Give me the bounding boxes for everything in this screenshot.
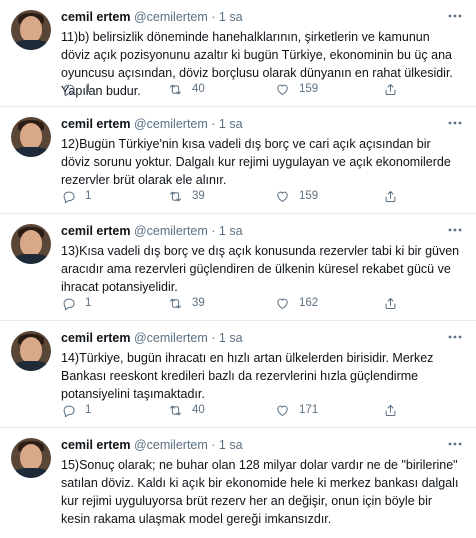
- reply-icon: [63, 191, 75, 203]
- retweet-count: 39: [192, 190, 205, 202]
- reply-button[interactable]: 1: [61, 294, 91, 312]
- like-icon: [277, 191, 288, 202]
- retweet-icon: [170, 84, 181, 94]
- separator: ·: [211, 10, 216, 24]
- tweet-timestamp[interactable]: 1 sa: [219, 331, 243, 345]
- share-button[interactable]: [383, 401, 398, 419]
- tweet[interactable]: cemil ertem @cemilertem · 1 sa 12)Bugün …: [0, 107, 476, 214]
- separator: ·: [211, 117, 216, 131]
- share-icon: [385, 404, 396, 416]
- more-icon[interactable]: [446, 222, 464, 240]
- author-name[interactable]: cemil ertem: [61, 438, 130, 452]
- like-button[interactable]: 171: [275, 401, 318, 419]
- separator: ·: [211, 224, 216, 238]
- retweet-button[interactable]: 40: [168, 401, 205, 419]
- more-icon[interactable]: [446, 115, 464, 133]
- tweet-text: 14)Türkiye, bugün ihracatı en hızlı arta…: [61, 351, 434, 401]
- tweet-timestamp[interactable]: 1 sa: [219, 438, 243, 452]
- author-name[interactable]: cemil ertem: [61, 224, 130, 238]
- tweet-text: 12)Bugün Türkiye'nin kısa vadeli dış bor…: [61, 137, 451, 187]
- tweet-header: cemil ertem @cemilertem · 1 sa: [61, 436, 466, 454]
- reply-icon: [63, 298, 75, 310]
- more-icon[interactable]: [446, 329, 464, 347]
- author-handle[interactable]: @cemilertem: [134, 438, 208, 452]
- like-count: 171: [299, 404, 319, 416]
- avatar[interactable]: [11, 331, 51, 371]
- share-button[interactable]: [383, 294, 398, 312]
- author-handle[interactable]: @cemilertem: [134, 331, 208, 345]
- avatar[interactable]: [11, 438, 51, 478]
- reply-count: 1: [85, 190, 92, 202]
- avatar[interactable]: [11, 117, 51, 157]
- tweet-timestamp[interactable]: 1 sa: [219, 224, 243, 238]
- avatar[interactable]: [11, 10, 51, 50]
- tweet-actions: 1 39 162: [61, 294, 466, 312]
- tweet-timestamp[interactable]: 1 sa: [219, 117, 243, 131]
- tweet-thread: cemil ertem @cemilertem · 1 sa 11)b) bel…: [0, 0, 476, 538]
- more-icon[interactable]: [446, 436, 464, 454]
- like-button[interactable]: 162: [275, 294, 318, 312]
- tweet-header: cemil ertem @cemilertem · 1 sa: [61, 8, 466, 26]
- retweet-icon: [170, 298, 181, 308]
- reply-count: 1: [85, 404, 92, 416]
- retweet-count: 40: [192, 404, 205, 416]
- tweet-actions: 1 40 171: [61, 401, 466, 419]
- tweet-header: cemil ertem @cemilertem · 1 sa: [61, 329, 466, 347]
- retweet-icon: [170, 191, 181, 201]
- tweet[interactable]: cemil ertem @cemilertem · 1 sa 14)Türkiy…: [0, 321, 476, 428]
- like-icon: [277, 84, 288, 95]
- more-icon[interactable]: [446, 8, 464, 26]
- retweet-button[interactable]: 40: [168, 80, 205, 98]
- reply-icon: [63, 84, 75, 96]
- reply-button[interactable]: 1: [61, 401, 91, 419]
- author-name[interactable]: cemil ertem: [61, 10, 130, 24]
- tweet[interactable]: cemil ertem @cemilertem · 1 sa 11)b) bel…: [0, 0, 476, 107]
- retweet-button[interactable]: 39: [168, 294, 205, 312]
- tweet-actions: 1 39 159: [61, 187, 466, 205]
- retweet-count: 40: [192, 83, 205, 95]
- reply-button[interactable]: 1: [61, 187, 91, 205]
- like-count: 159: [299, 190, 319, 202]
- avatar[interactable]: [11, 224, 51, 264]
- tweet-text: 13)Kısa vadeli dış borç ve dış açık konu…: [61, 244, 460, 294]
- tweet-text: 15)Sonuç olarak; ne buhar olan 128 milya…: [61, 458, 459, 526]
- reply-icon: [63, 405, 75, 417]
- like-icon: [277, 405, 288, 416]
- share-button[interactable]: [383, 187, 398, 205]
- like-button[interactable]: 159: [275, 80, 318, 98]
- author-name[interactable]: cemil ertem: [61, 117, 130, 131]
- separator: ·: [211, 438, 216, 452]
- separator: ·: [211, 331, 216, 345]
- author-handle[interactable]: @cemilertem: [134, 10, 208, 24]
- author-handle[interactable]: @cemilertem: [134, 117, 208, 131]
- author-name[interactable]: cemil ertem: [61, 331, 130, 345]
- like-button[interactable]: 159: [275, 187, 318, 205]
- like-icon: [277, 298, 288, 309]
- share-icon: [385, 83, 396, 95]
- reply-button[interactable]: 1: [61, 80, 91, 98]
- share-icon: [385, 190, 396, 202]
- tweet-header: cemil ertem @cemilertem · 1 sa: [61, 222, 466, 240]
- tweet-header: cemil ertem @cemilertem · 1 sa: [61, 115, 466, 133]
- reply-count: 1: [85, 297, 92, 309]
- share-button[interactable]: [383, 80, 398, 98]
- author-handle[interactable]: @cemilertem: [134, 224, 208, 238]
- tweet[interactable]: cemil ertem @cemilertem · 1 sa 13)Kısa v…: [0, 214, 476, 321]
- retweet-button[interactable]: 39: [168, 187, 205, 205]
- retweet-icon: [170, 405, 181, 415]
- like-count: 162: [299, 297, 319, 309]
- tweet[interactable]: cemil ertem @cemilertem · 1 sa 15)Sonuç …: [0, 428, 476, 538]
- tweet-actions: 1 40 159: [61, 80, 466, 98]
- like-count: 159: [299, 83, 319, 95]
- retweet-count: 39: [192, 297, 205, 309]
- reply-count: 1: [85, 83, 92, 95]
- share-icon: [385, 297, 396, 309]
- tweet-timestamp[interactable]: 1 sa: [219, 10, 243, 24]
